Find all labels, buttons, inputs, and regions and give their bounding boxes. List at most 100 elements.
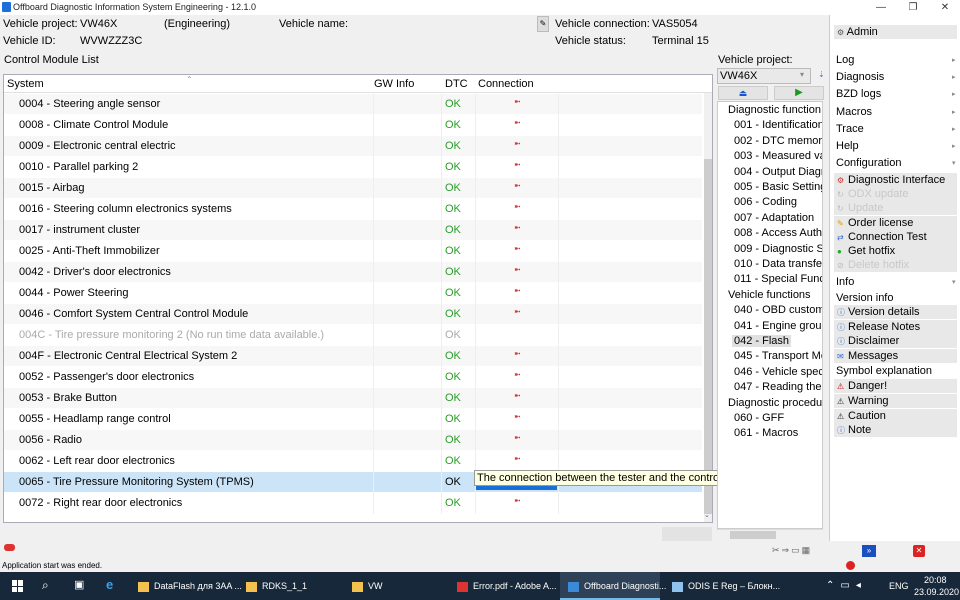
table-row[interactable]: 0015 - Airbag OK ➼ bbox=[4, 178, 702, 199]
column-connection[interactable]: Connection bbox=[478, 78, 534, 90]
table-hscroll[interactable] bbox=[662, 527, 712, 541]
symbol-item[interactable]: ⓘ Note bbox=[834, 423, 957, 438]
menu-info[interactable]: Info bbox=[836, 276, 854, 288]
scroll-down-icon[interactable]: ⌄ bbox=[704, 511, 710, 519]
tree-item[interactable]: 009 - Diagnostic Se bbox=[734, 243, 822, 255]
taskbar-item[interactable]: RDKS_1_1 bbox=[238, 572, 340, 600]
taskbar-item[interactable]: Error.pdf - Adobe A... bbox=[449, 572, 557, 600]
function-tree-hscroll-thumb[interactable] bbox=[730, 531, 776, 539]
table-row[interactable]: 0004 - Steering angle sensor OK ➼ bbox=[4, 94, 702, 115]
tree-item[interactable]: 010 - Data transfer bbox=[734, 258, 822, 270]
config-item-get-hotfix[interactable]: ● Get hotfix bbox=[834, 244, 957, 258]
taskbar-item[interactable]: ODIS E Reg – Блокн... bbox=[664, 572, 780, 600]
menu-log[interactable]: Log bbox=[836, 54, 854, 66]
table-row[interactable]: 0053 - Brake Button OK ➼ bbox=[4, 388, 702, 409]
version-item[interactable]: ✉ Messages bbox=[834, 348, 957, 363]
clock-time[interactable]: 20:08 bbox=[924, 575, 947, 585]
tree-group-header[interactable]: Diagnostic function bbox=[728, 104, 821, 116]
tree-item[interactable]: 047 - Reading the c bbox=[734, 381, 822, 393]
clock-date[interactable]: 23.09.2020 bbox=[914, 587, 959, 597]
notification-icon[interactable] bbox=[846, 561, 855, 570]
table-row[interactable]: 0010 - Parallel parking 2 OK ➼ bbox=[4, 157, 702, 178]
config-item-connection-test[interactable]: ⇄ Connection Test bbox=[834, 229, 957, 244]
search-icon[interactable]: ⌕ bbox=[42, 578, 49, 593]
control-module-table[interactable]: System GW Info DTC Connection ⌃ 0004 - S… bbox=[3, 74, 713, 523]
table-row[interactable]: 0046 - Comfort System Central Control Mo… bbox=[4, 304, 702, 325]
language-indicator[interactable]: ENG bbox=[889, 581, 909, 591]
taskbar-item[interactable]: DataFlash для 3AA ... bbox=[130, 572, 242, 600]
tree-item[interactable]: 061 - Macros bbox=[734, 427, 798, 439]
tree-item[interactable]: 006 - Coding bbox=[734, 196, 797, 208]
table-scrollbar-thumb[interactable] bbox=[704, 159, 712, 514]
chevron-down-icon[interactable]: ▾ bbox=[800, 70, 804, 79]
table-row[interactable]: 0042 - Driver's door electronics OK ➼ bbox=[4, 262, 702, 283]
menu-macros[interactable]: Macros bbox=[836, 106, 872, 118]
config-item-diagnostic-interface[interactable]: ⚙ Diagnostic Interface bbox=[834, 173, 957, 187]
edit-name-icon[interactable]: ✎ bbox=[537, 16, 549, 32]
symbol-item[interactable]: ⚠ Caution bbox=[834, 408, 957, 423]
table-row[interactable]: 0008 - Climate Control Module OK ➼ bbox=[4, 115, 702, 136]
table-row[interactable]: 0072 - Right rear door electronics OK ➼ bbox=[4, 493, 702, 514]
column-gw-info[interactable]: GW Info bbox=[374, 78, 414, 90]
project-select[interactable]: VW46X bbox=[717, 68, 811, 84]
tree-item[interactable]: 001 - Identification bbox=[734, 119, 822, 131]
menu-bzd-logs[interactable]: BZD logs bbox=[836, 88, 881, 100]
admin-button[interactable]: ⚙ Admin bbox=[834, 25, 957, 39]
function-tree[interactable]: Diagnostic function 001 - Identification 0… bbox=[717, 101, 823, 529]
version-item[interactable]: ⓘ Release Notes bbox=[834, 319, 957, 334]
table-row[interactable]: 0017 - instrument cluster OK ➼ bbox=[4, 220, 702, 241]
table-row[interactable]: 004F - Electronic Central Electrical Sys… bbox=[4, 346, 702, 367]
task-view-icon[interactable]: ▣ bbox=[74, 578, 84, 591]
symbol-item[interactable]: ⚠ Danger! bbox=[834, 379, 957, 393]
tools-icon[interactable]: ✂⇒▭▦ bbox=[772, 545, 812, 556]
menu-diagnosis[interactable]: Diagnosis bbox=[836, 71, 884, 83]
column-dtc[interactable]: DTC bbox=[445, 78, 468, 90]
tree-item[interactable]: 060 - GFF bbox=[734, 412, 784, 424]
table-row[interactable]: 0044 - Power Steering OK ➼ bbox=[4, 283, 702, 304]
column-system[interactable]: System bbox=[7, 78, 44, 90]
table-row[interactable]: 0016 - Steering column electronics syste… bbox=[4, 199, 702, 220]
pin-icon[interactable]: ⇣ bbox=[818, 70, 825, 79]
table-row[interactable]: 0052 - Passenger's door electronics OK ➼ bbox=[4, 367, 702, 388]
stop-icon[interactable]: ✕ bbox=[913, 545, 925, 557]
tray-icons[interactable]: ⌃▭◂ bbox=[826, 580, 867, 591]
config-item-order-license[interactable]: ✎ Order license bbox=[834, 215, 957, 230]
menu-help[interactable]: Help bbox=[836, 140, 859, 152]
table-row[interactable]: 0055 - Headlamp range control OK ➼ bbox=[4, 409, 702, 430]
tree-group-header[interactable]: Diagnostic procedu bbox=[728, 397, 822, 409]
tree-item[interactable]: 046 - Vehicle speci bbox=[734, 366, 822, 378]
taskbar-item[interactable]: VW bbox=[344, 572, 444, 600]
tree-item[interactable]: 008 - Access Autho bbox=[734, 227, 822, 239]
version-item[interactable]: ⓘ Disclaimer bbox=[834, 334, 957, 348]
table-row[interactable]: 0062 - Left rear door electronics OK ➼ bbox=[4, 451, 702, 472]
tree-item[interactable]: 040 - OBD custome bbox=[734, 304, 822, 316]
taskbar-item[interactable]: Offboard Diagnosti... bbox=[560, 572, 666, 600]
tree-item[interactable]: 002 - DTC memory bbox=[734, 135, 822, 147]
table-row[interactable]: 0025 - Anti-Theft Immobilizer OK ➼ bbox=[4, 241, 702, 262]
edge-browser-icon[interactable]: e bbox=[106, 577, 113, 592]
restore-button[interactable]: ❐ bbox=[898, 0, 928, 15]
symbol-item[interactable]: ⚠ Warning bbox=[834, 393, 957, 408]
table-row[interactable]: 0056 - Radio OK ➼ bbox=[4, 430, 702, 451]
tree-item[interactable]: 042 - Flash bbox=[732, 335, 792, 347]
tree-item[interactable]: 004 - Output Diagn bbox=[734, 166, 822, 178]
tree-item[interactable]: 003 - Measured va bbox=[734, 150, 822, 162]
tree-item[interactable]: 005 - Basic Setting bbox=[734, 181, 822, 193]
tree-item[interactable]: 045 - Transport Mo bbox=[734, 350, 822, 362]
windows-start-icon[interactable] bbox=[12, 580, 24, 592]
table-row[interactable]: 004C - Tire pressure monitoring 2 (No ru… bbox=[4, 325, 702, 346]
eject-button[interactable]: ⏏ bbox=[718, 86, 768, 100]
tree-item[interactable]: 007 - Adaptation bbox=[734, 212, 814, 224]
forward-icon[interactable]: » bbox=[862, 545, 876, 557]
play-button[interactable]: ▶ bbox=[774, 86, 824, 100]
minimize-button[interactable]: — bbox=[866, 0, 896, 15]
info-icon: ⓘ bbox=[837, 337, 845, 346]
tree-group-header[interactable]: Vehicle functions bbox=[728, 289, 811, 301]
tree-item[interactable]: 011 - Special Func bbox=[734, 273, 822, 285]
close-button[interactable]: ✕ bbox=[930, 0, 960, 15]
tree-item[interactable]: 041 - Engine group bbox=[734, 320, 822, 332]
menu-trace[interactable]: Trace bbox=[836, 123, 864, 135]
version-item[interactable]: ⓘ Version details bbox=[834, 305, 957, 319]
menu-configuration[interactable]: Configuration bbox=[836, 157, 901, 169]
table-row[interactable]: 0009 - Electronic central electric OK ➼ bbox=[4, 136, 702, 157]
